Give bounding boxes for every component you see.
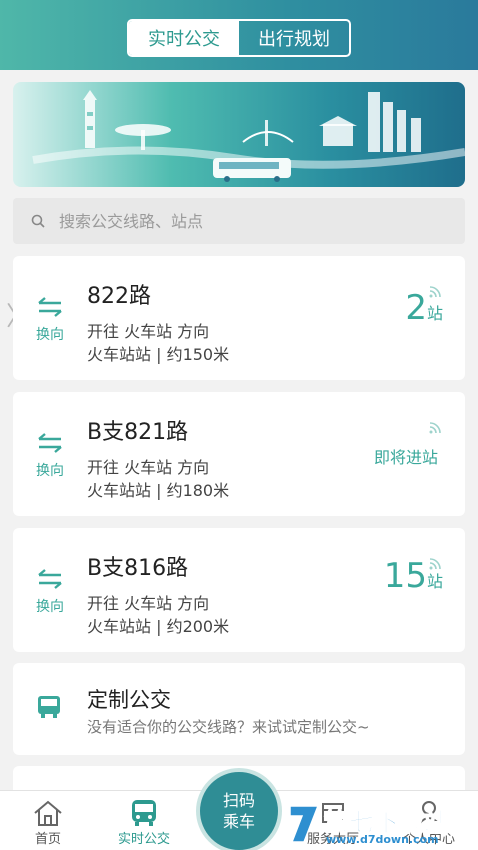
eta-unit: 站: [426, 304, 443, 323]
eta-display: 2站: [405, 288, 443, 328]
search-icon: [31, 214, 45, 228]
route-card[interactable]: 换向 B支821路 开往 火车站 方向 火车站站 | 约180米 即将进站: [13, 392, 465, 516]
route-direction: 开往 火车站 方向: [87, 458, 210, 477]
scan-ride-button[interactable]: 扫码 乘车: [196, 768, 282, 850]
route-stop-distance: 火车站站 | 约200米: [87, 617, 230, 636]
swap-label: 换向: [36, 327, 64, 343]
route-stop-distance: 火车站站 | 约180米: [87, 481, 230, 500]
eta-unit: 站: [426, 572, 443, 591]
tab-realtime-label: 实时公交: [117, 832, 170, 847]
bus-illustration: [213, 158, 291, 182]
route-name: 822路: [87, 284, 151, 309]
route-name: B支816路: [87, 556, 189, 581]
tab-realtime[interactable]: 实时公交: [99, 791, 189, 850]
signal-icon: [429, 422, 441, 434]
swap-icon: [38, 297, 62, 317]
tab-home[interactable]: 首页: [3, 791, 93, 850]
custom-bus-icon: [38, 696, 60, 718]
route-card[interactable]: 换向 B支816路 开往 火车站 方向 火车站站 | 约200米 15站: [13, 528, 465, 652]
eta-display: 15站: [384, 556, 443, 596]
search-bar[interactable]: [13, 198, 465, 244]
custom-bus-title: 定制公交: [87, 688, 171, 712]
swap-direction-button[interactable]: 换向: [33, 568, 67, 616]
eta-arriving-text: 即将进站: [373, 448, 438, 467]
home-icon: [34, 800, 62, 826]
watermark: 第七下载站 www.d7down.com: [286, 800, 476, 850]
swap-direction-button[interactable]: 换向: [33, 296, 67, 344]
tab-realtime-bus[interactable]: 实时公交: [129, 21, 239, 55]
search-input[interactable]: [59, 211, 419, 231]
eta-stops-count: 15: [383, 556, 427, 596]
swap-label: 换向: [36, 463, 64, 479]
swap-direction-button[interactable]: 换向: [33, 432, 67, 480]
bus-icon: [132, 800, 156, 826]
tab-trip-planning[interactable]: 出行规划: [239, 21, 349, 55]
watermark-logo-icon: [289, 805, 320, 843]
eta-stops-count: 2: [405, 288, 427, 328]
tab-home-label: 首页: [34, 832, 61, 847]
scan-label: 扫码: [222, 791, 255, 810]
route-direction: 开往 火车站 方向: [87, 594, 210, 613]
watermark-url: www.d7down.com: [326, 833, 439, 846]
swap-label: 换向: [36, 599, 64, 615]
route-card[interactable]: 换向 822路 开往 火车站 方向 火车站站 | 约150米 2站: [13, 256, 465, 380]
custom-bus-description: 没有适合你的公交线路？来试试定制公交~: [87, 718, 370, 736]
swap-icon: [38, 433, 62, 453]
top-header: 实时公交 出行规划: [0, 0, 478, 70]
swap-icon: [38, 569, 62, 589]
ride-label: 乘车: [222, 812, 255, 831]
route-stop-distance: 火车站站 | 约150米: [87, 345, 230, 364]
skyline-illustration: [32, 90, 465, 182]
mode-switch: 实时公交 出行规划: [127, 19, 351, 57]
route-name: B支821路: [87, 420, 189, 445]
custom-bus-card[interactable]: 定制公交 没有适合你的公交线路？来试试定制公交~: [13, 663, 465, 755]
city-banner[interactable]: [13, 82, 465, 187]
route-direction: 开往 火车站 方向: [87, 322, 210, 341]
